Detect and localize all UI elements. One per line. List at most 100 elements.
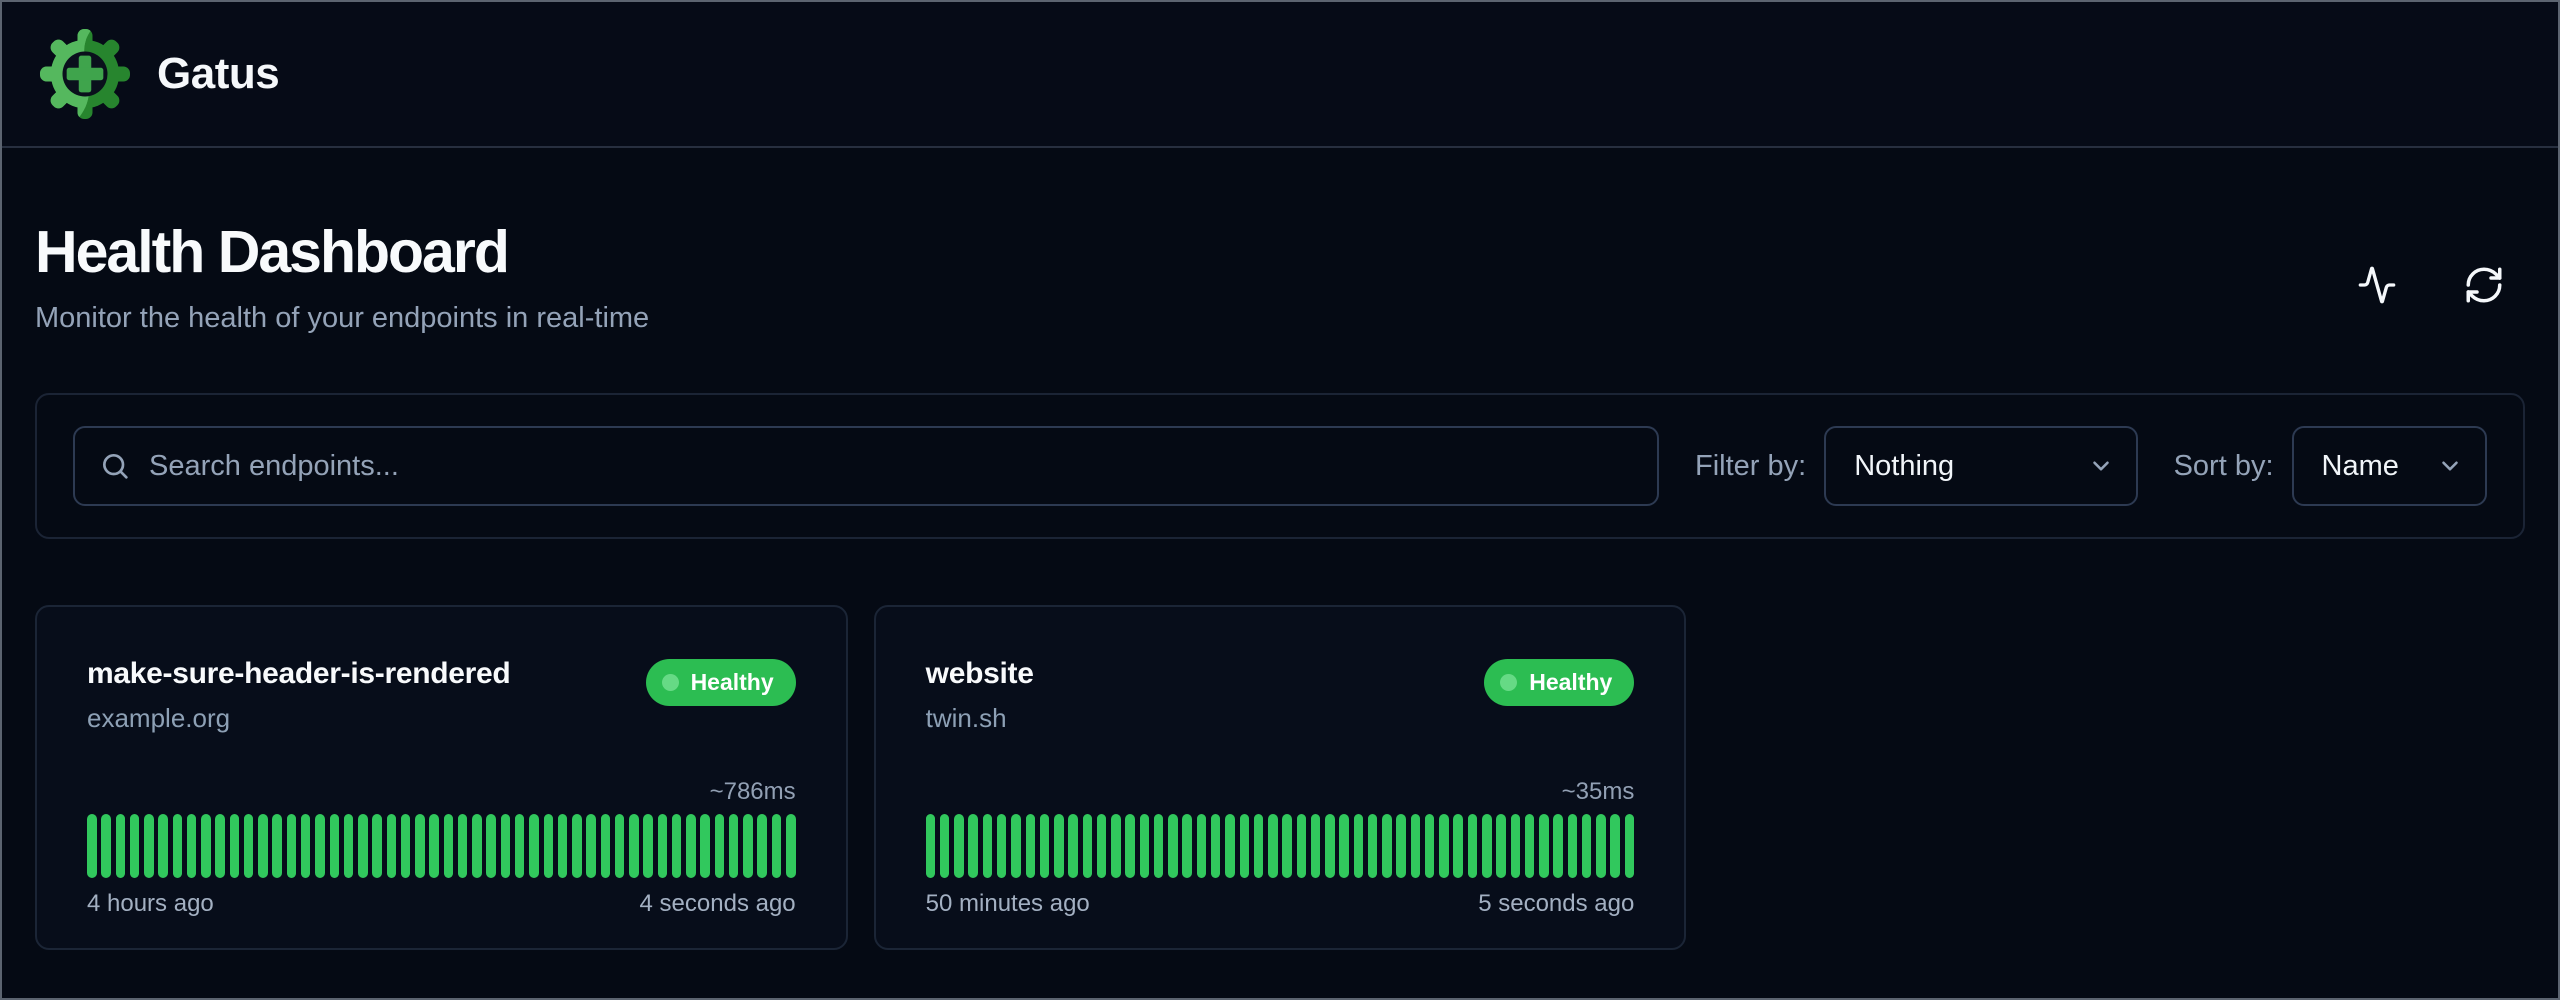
status-bar[interactable] [1439,814,1449,878]
endpoint-card[interactable]: website twin.sh Healthy ~35ms 50 minutes… [874,605,1687,950]
status-bar[interactable] [330,814,340,878]
status-bar[interactable] [1496,814,1506,878]
status-bar[interactable] [1539,814,1549,878]
status-bar[interactable] [1354,814,1364,878]
status-bar[interactable] [287,814,297,878]
status-bar[interactable] [1339,814,1349,878]
status-bar[interactable] [1482,814,1492,878]
status-bar[interactable] [772,814,782,878]
status-bar[interactable] [1097,814,1107,878]
status-bar[interactable] [444,814,454,878]
status-bar[interactable] [486,814,496,878]
status-bar[interactable] [954,814,964,878]
status-bar[interactable] [544,814,554,878]
status-bar[interactable] [458,814,468,878]
status-bar[interactable] [372,814,382,878]
status-bar[interactable] [87,814,97,878]
status-bar[interactable] [1453,814,1463,878]
status-bar[interactable] [130,814,140,878]
refresh-icon[interactable] [2463,264,2505,306]
status-bar[interactable] [1125,814,1135,878]
status-bar[interactable] [757,814,767,878]
status-bar[interactable] [1140,814,1150,878]
activity-pulse-icon[interactable] [2357,265,2397,305]
status-bar[interactable] [786,814,796,878]
search-input[interactable] [149,450,1633,483]
status-bar[interactable] [144,814,154,878]
status-bar[interactable] [173,814,183,878]
status-bar[interactable] [272,814,282,878]
status-bar[interactable] [615,814,625,878]
status-bar[interactable] [968,814,978,878]
status-bar[interactable] [1197,814,1207,878]
status-bar[interactable] [116,814,126,878]
status-bar[interactable] [429,814,439,878]
status-bar[interactable] [1240,814,1250,878]
status-bar[interactable] [1168,814,1178,878]
status-bar[interactable] [1054,814,1064,878]
search-box[interactable] [73,426,1659,506]
sort-select[interactable]: Name [2292,426,2487,506]
status-bar[interactable] [700,814,710,878]
status-bar[interactable] [258,814,268,878]
status-bar[interactable] [1297,814,1307,878]
status-bar[interactable] [1083,814,1093,878]
status-bar[interactable] [1254,814,1264,878]
status-bar[interactable] [472,814,482,878]
status-bar[interactable] [501,814,511,878]
status-bar[interactable] [658,814,668,878]
status-bar[interactable] [1068,814,1078,878]
status-bar[interactable] [1311,814,1321,878]
status-bar[interactable] [743,814,753,878]
status-bar[interactable] [1511,814,1521,878]
status-bar[interactable] [926,814,936,878]
status-bar[interactable] [1582,814,1592,878]
endpoint-card[interactable]: make-sure-header-is-rendered example.org… [35,605,848,950]
status-bar[interactable] [629,814,639,878]
status-bar[interactable] [983,814,993,878]
status-bar[interactable] [1425,814,1435,878]
status-bar[interactable] [1368,814,1378,878]
status-bar[interactable] [940,814,950,878]
status-bar[interactable] [415,814,425,878]
status-bar[interactable] [1325,814,1335,878]
status-bar[interactable] [101,814,111,878]
status-bar[interactable] [1111,814,1121,878]
status-bar[interactable] [344,814,354,878]
status-bar[interactable] [672,814,682,878]
status-bar[interactable] [1525,814,1535,878]
status-bar[interactable] [1596,814,1606,878]
status-bar[interactable] [572,814,582,878]
status-bar[interactable] [215,814,225,878]
status-bar[interactable] [1026,814,1036,878]
status-bar[interactable] [586,814,596,878]
status-bar[interactable] [301,814,311,878]
status-bar[interactable] [401,814,411,878]
status-bar[interactable] [601,814,611,878]
status-bar[interactable] [358,814,368,878]
status-bar[interactable] [643,814,653,878]
status-bar[interactable] [315,814,325,878]
status-bar[interactable] [1154,814,1164,878]
status-bar[interactable] [1568,814,1578,878]
status-bar[interactable] [1040,814,1050,878]
status-bar[interactable] [387,814,397,878]
status-bar[interactable] [1610,814,1620,878]
status-bar[interactable] [715,814,725,878]
status-bar[interactable] [1282,814,1292,878]
status-bar[interactable] [1553,814,1563,878]
status-bar[interactable] [158,814,168,878]
status-bar[interactable] [1225,814,1235,878]
status-bar[interactable] [1411,814,1421,878]
status-bar[interactable] [244,814,254,878]
status-bar[interactable] [1625,814,1635,878]
status-bar[interactable] [529,814,539,878]
status-bar[interactable] [187,814,197,878]
status-bar[interactable] [1382,814,1392,878]
status-bar[interactable] [1211,814,1221,878]
status-bar[interactable] [558,814,568,878]
status-bar[interactable] [997,814,1007,878]
status-bar[interactable] [1011,814,1021,878]
status-bar[interactable] [1468,814,1478,878]
filter-select[interactable]: Nothing [1824,426,2137,506]
